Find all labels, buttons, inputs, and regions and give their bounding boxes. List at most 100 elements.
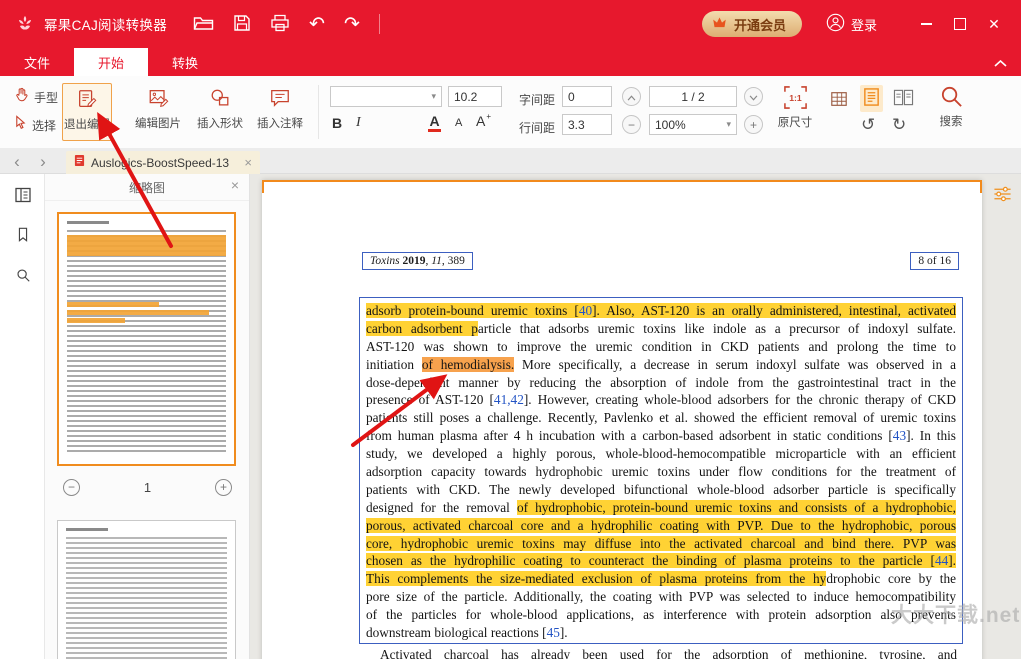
thumbnail-text-decoration bbox=[67, 230, 226, 454]
upgrade-membership-label: 开通会员 bbox=[734, 15, 786, 34]
document-viewport[interactable]: Toxins 2019, 11, 389 8 of 16 adsorb prot… bbox=[250, 174, 1021, 659]
italic-button[interactable]: I bbox=[356, 116, 361, 130]
undo-button[interactable]: ↶ bbox=[309, 15, 325, 34]
app-title: 幂果CAJ阅读转换器 bbox=[44, 14, 167, 34]
next-thumbnail-button[interactable]: + bbox=[215, 479, 232, 496]
char-spacing-input[interactable] bbox=[562, 86, 612, 107]
char-spacing-label: 字间距 bbox=[519, 91, 555, 108]
redo-button[interactable]: ↷ bbox=[344, 15, 360, 34]
document-tab-bar: ‹ › Auslogics-BoostSpeed-13 × bbox=[0, 148, 1021, 174]
document-tab-label: Auslogics-BoostSpeed-13 bbox=[91, 156, 229, 170]
title-bar: 幂果CAJ阅读转换器 ↶ ↷ 开通会员 bbox=[0, 0, 1021, 48]
thumbnail-panel-close-button[interactable]: × bbox=[231, 177, 239, 193]
chevron-left-icon: ‹ bbox=[14, 152, 20, 171]
rotate-redo-button[interactable]: ↻ bbox=[892, 116, 906, 133]
zoom-level-value: 100% bbox=[655, 118, 686, 132]
menu-tab-start[interactable]: 开始 bbox=[74, 48, 148, 76]
document-tab[interactable]: Auslogics-BoostSpeed-13 × bbox=[66, 151, 260, 174]
next-page-button[interactable] bbox=[744, 87, 763, 106]
line-spacing-label: 行间距 bbox=[519, 119, 555, 136]
close-button[interactable]: ✕ bbox=[977, 0, 1011, 48]
insert-shape-button[interactable]: 插入形状 bbox=[192, 83, 248, 131]
search-icon bbox=[939, 81, 964, 111]
left-tool-strip bbox=[0, 174, 45, 659]
upgrade-membership-button[interactable]: 开通会员 bbox=[702, 11, 802, 37]
thumbnail-panel-button[interactable] bbox=[13, 186, 33, 206]
font-size-input[interactable] bbox=[448, 86, 502, 107]
thumbnail-panel-title: 缩略图 bbox=[129, 179, 165, 196]
bold-button[interactable]: B bbox=[332, 116, 342, 130]
original-size-button[interactable]: 1:1 原尺寸 bbox=[772, 82, 818, 130]
insert-note-button[interactable]: 插入注释 bbox=[252, 83, 308, 131]
save-button[interactable] bbox=[233, 14, 251, 35]
zoom-in-button[interactable]: + bbox=[744, 115, 763, 134]
collapse-ribbon-button[interactable] bbox=[987, 48, 1013, 76]
previous-thumbnail-button[interactable]: − bbox=[63, 479, 80, 496]
current-page-number: 1 bbox=[80, 480, 215, 495]
edit-region-corner-mark bbox=[980, 180, 982, 193]
page-grid-view-button[interactable] bbox=[828, 88, 850, 113]
edit-image-button[interactable]: 编辑图片 bbox=[130, 83, 186, 131]
original-size-label: 原尺寸 bbox=[778, 114, 813, 130]
dropdown-icon: ▾ bbox=[431, 91, 436, 102]
exit-edit-button[interactable]: 退出编辑 bbox=[62, 83, 112, 141]
tab-scroll-right-button[interactable]: › bbox=[32, 148, 54, 174]
document-tab-close-button[interactable]: × bbox=[244, 155, 252, 170]
edit-image-label: 编辑图片 bbox=[135, 115, 181, 131]
journal-page: , 389 bbox=[442, 255, 465, 267]
thumbnail-text-decoration bbox=[67, 221, 109, 224]
increase-font-button[interactable]: A+ bbox=[476, 114, 490, 128]
login-label: 登录 bbox=[851, 15, 877, 34]
two-page-view-button[interactable] bbox=[891, 86, 916, 112]
select-tool-label: 选择 bbox=[32, 117, 56, 134]
hand-tool-button[interactable]: 手型 bbox=[14, 87, 58, 107]
font-family-select[interactable]: ▾ bbox=[330, 86, 442, 107]
print-button[interactable] bbox=[270, 14, 290, 35]
font-color-button[interactable]: A bbox=[428, 114, 441, 132]
hand-icon bbox=[14, 87, 29, 107]
line-spacing-input[interactable] bbox=[562, 114, 612, 135]
page-number-text-box[interactable]: 8 of 16 bbox=[910, 252, 959, 270]
menu-tab-file[interactable]: 文件 bbox=[0, 48, 74, 76]
document-paragraph-2: Activated charcoal has already been used… bbox=[365, 646, 957, 659]
thumbnail-panel-header: 缩略图 × bbox=[45, 174, 249, 201]
page-indicator-input[interactable] bbox=[649, 86, 737, 107]
login-button[interactable]: 登录 bbox=[820, 12, 883, 36]
crown-icon bbox=[711, 15, 728, 33]
thumbnail-text-decoration bbox=[66, 528, 108, 531]
insert-note-label: 插入注释 bbox=[257, 115, 303, 131]
minimize-button[interactable] bbox=[909, 0, 943, 48]
decrease-font-button[interactable]: A bbox=[455, 118, 462, 129]
view-settings-button[interactable] bbox=[993, 186, 1012, 205]
running-head-text-box[interactable]: Toxins 2019, 11, 389 bbox=[362, 252, 473, 270]
zoom-level-select[interactable]: 100% ▾ bbox=[649, 114, 737, 135]
save-icon bbox=[233, 14, 251, 35]
magnifier-icon bbox=[15, 271, 31, 286]
search-button[interactable]: 搜索 bbox=[928, 81, 974, 129]
zoom-out-button[interactable]: − bbox=[622, 115, 641, 134]
search-panel-button[interactable] bbox=[13, 266, 33, 286]
open-file-button[interactable] bbox=[193, 14, 214, 35]
page-1-thumbnail[interactable] bbox=[57, 212, 236, 466]
paragraph-text-box[interactable]: adsorb protein-bound uremic toxins [40].… bbox=[359, 297, 963, 644]
single-page-view-button[interactable] bbox=[860, 85, 883, 112]
sliders-icon bbox=[993, 190, 1012, 205]
menu-tab-convert[interactable]: 转换 bbox=[148, 48, 222, 76]
rotate-undo-button[interactable]: ↺ bbox=[861, 116, 875, 133]
journal-volume: 11 bbox=[431, 255, 442, 267]
page-2-thumbnail[interactable] bbox=[57, 520, 236, 659]
font-color-swatch bbox=[428, 129, 441, 132]
increase-font-label: A bbox=[476, 114, 485, 128]
select-tool-button[interactable]: 选择 bbox=[14, 115, 56, 135]
maximize-button[interactable] bbox=[943, 0, 977, 48]
ribbon-separator bbox=[318, 85, 319, 139]
sidebar-panel-icon bbox=[14, 192, 32, 207]
folder-icon bbox=[193, 14, 214, 35]
chevron-right-icon: › bbox=[40, 152, 46, 171]
edit-region-corner-mark bbox=[262, 180, 264, 193]
previous-page-button[interactable] bbox=[622, 87, 641, 106]
bookmarks-panel-button[interactable] bbox=[13, 226, 33, 246]
ribbon-toolbar: 手型 选择 退出编辑 编辑图片 插入形状 插入注释 ▾ B I bbox=[0, 76, 1021, 149]
cursor-icon bbox=[14, 115, 27, 135]
tab-scroll-left-button[interactable]: ‹ bbox=[6, 148, 28, 174]
